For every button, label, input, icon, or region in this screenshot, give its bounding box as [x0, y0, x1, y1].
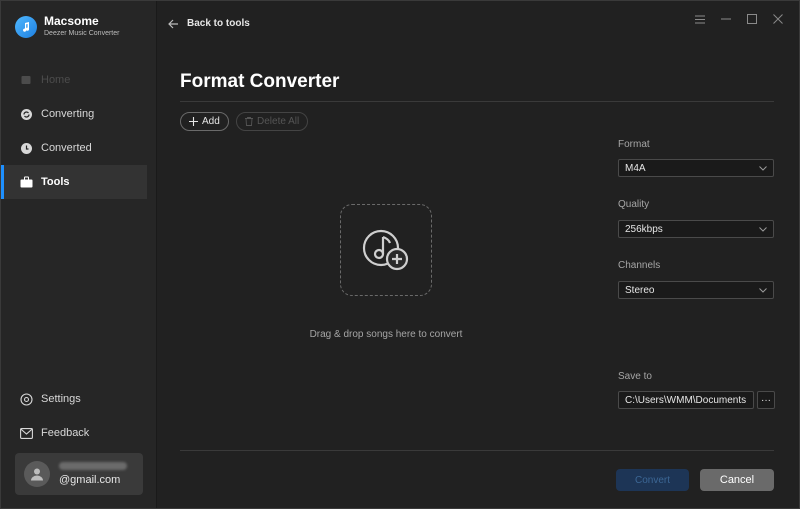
- back-label: Back to tools: [187, 18, 250, 29]
- sidebar: Macsome Deezer Music Converter Home Conv…: [1, 1, 157, 508]
- sidebar-item-home[interactable]: Home: [1, 63, 157, 97]
- app-window: Macsome Deezer Music Converter Home Conv…: [0, 0, 800, 509]
- brand-name: Macsome: [44, 14, 99, 28]
- minimize-icon[interactable]: [719, 12, 733, 26]
- menu-icon[interactable]: [693, 12, 707, 26]
- sidebar-nav: Home Converting Converted Tools: [1, 63, 157, 199]
- drop-zone[interactable]: [340, 204, 432, 296]
- music-add-icon: [362, 229, 409, 271]
- close-icon[interactable]: [771, 12, 785, 26]
- arrow-left-icon: [168, 19, 179, 29]
- add-label: Add: [202, 116, 220, 127]
- delete-all-button[interactable]: Delete All: [236, 112, 309, 131]
- quality-label: Quality: [618, 199, 650, 210]
- window-controls: [693, 12, 785, 26]
- save-to-label: Save to: [618, 371, 652, 382]
- page-title: Format Converter: [180, 71, 340, 92]
- sidebar-item-label: Settings: [41, 393, 81, 405]
- chevron-down-icon: [759, 287, 767, 293]
- sidebar-item-label: Tools: [41, 176, 70, 188]
- main-panel: Back to tools Format Converter Add Delet…: [158, 1, 799, 508]
- add-button[interactable]: Add: [180, 112, 229, 131]
- format-label: Format: [618, 139, 650, 150]
- clock-icon: [19, 141, 33, 155]
- channels-value: Stereo: [625, 284, 655, 296]
- back-to-tools-link[interactable]: Back to tools: [168, 18, 250, 29]
- delete-all-label: Delete All: [257, 116, 300, 127]
- drop-zone-hint: Drag & drop songs here to convert: [309, 329, 463, 340]
- convert-button[interactable]: Convert: [616, 469, 689, 491]
- music-note-logo-icon: [15, 15, 37, 38]
- cancel-button[interactable]: Cancel: [700, 469, 774, 491]
- brand: Macsome Deezer Music Converter: [15, 15, 119, 38]
- browse-folder-button[interactable]: ···: [757, 391, 775, 409]
- sidebar-item-settings[interactable]: Settings: [1, 382, 157, 416]
- brand-subtitle: Deezer Music Converter: [44, 30, 120, 37]
- chevron-down-icon: [759, 165, 767, 171]
- trash-icon: [245, 117, 253, 126]
- account-name-redacted: [59, 462, 127, 470]
- channels-select[interactable]: Stereo: [618, 281, 774, 299]
- sidebar-item-converted[interactable]: Converted: [1, 131, 157, 165]
- converting-icon: [19, 107, 33, 121]
- quality-select[interactable]: 256kbps: [618, 220, 774, 238]
- save-path-input[interactable]: C:\Users\WMM\Documents: [618, 391, 754, 409]
- account-email: @gmail.com: [59, 474, 121, 486]
- gear-icon: [19, 392, 33, 406]
- toolbox-icon: [19, 175, 33, 189]
- sidebar-item-feedback[interactable]: Feedback: [1, 416, 157, 450]
- sidebar-bottom-nav: Settings Feedback: [1, 382, 157, 450]
- footer-divider: [180, 450, 774, 451]
- title-divider: [180, 101, 774, 102]
- sidebar-item-converting[interactable]: Converting: [1, 97, 157, 131]
- sidebar-item-label: Home: [41, 74, 71, 86]
- home-icon: [19, 73, 33, 87]
- quality-value: 256kbps: [625, 223, 663, 235]
- chevron-down-icon: [759, 226, 767, 232]
- sidebar-item-tools[interactable]: Tools: [1, 165, 147, 199]
- channels-label: Channels: [618, 260, 661, 271]
- plus-icon: [189, 117, 198, 126]
- format-select[interactable]: M4A: [618, 159, 774, 177]
- account-card[interactable]: @gmail.com: [15, 453, 143, 495]
- user-avatar-icon: [24, 461, 50, 487]
- maximize-icon[interactable]: [745, 12, 759, 26]
- sidebar-item-label: Converted: [41, 142, 92, 154]
- format-value: M4A: [625, 162, 646, 174]
- sidebar-item-label: Converting: [41, 108, 95, 120]
- sidebar-item-label: Feedback: [41, 427, 90, 439]
- mail-icon: [19, 426, 33, 440]
